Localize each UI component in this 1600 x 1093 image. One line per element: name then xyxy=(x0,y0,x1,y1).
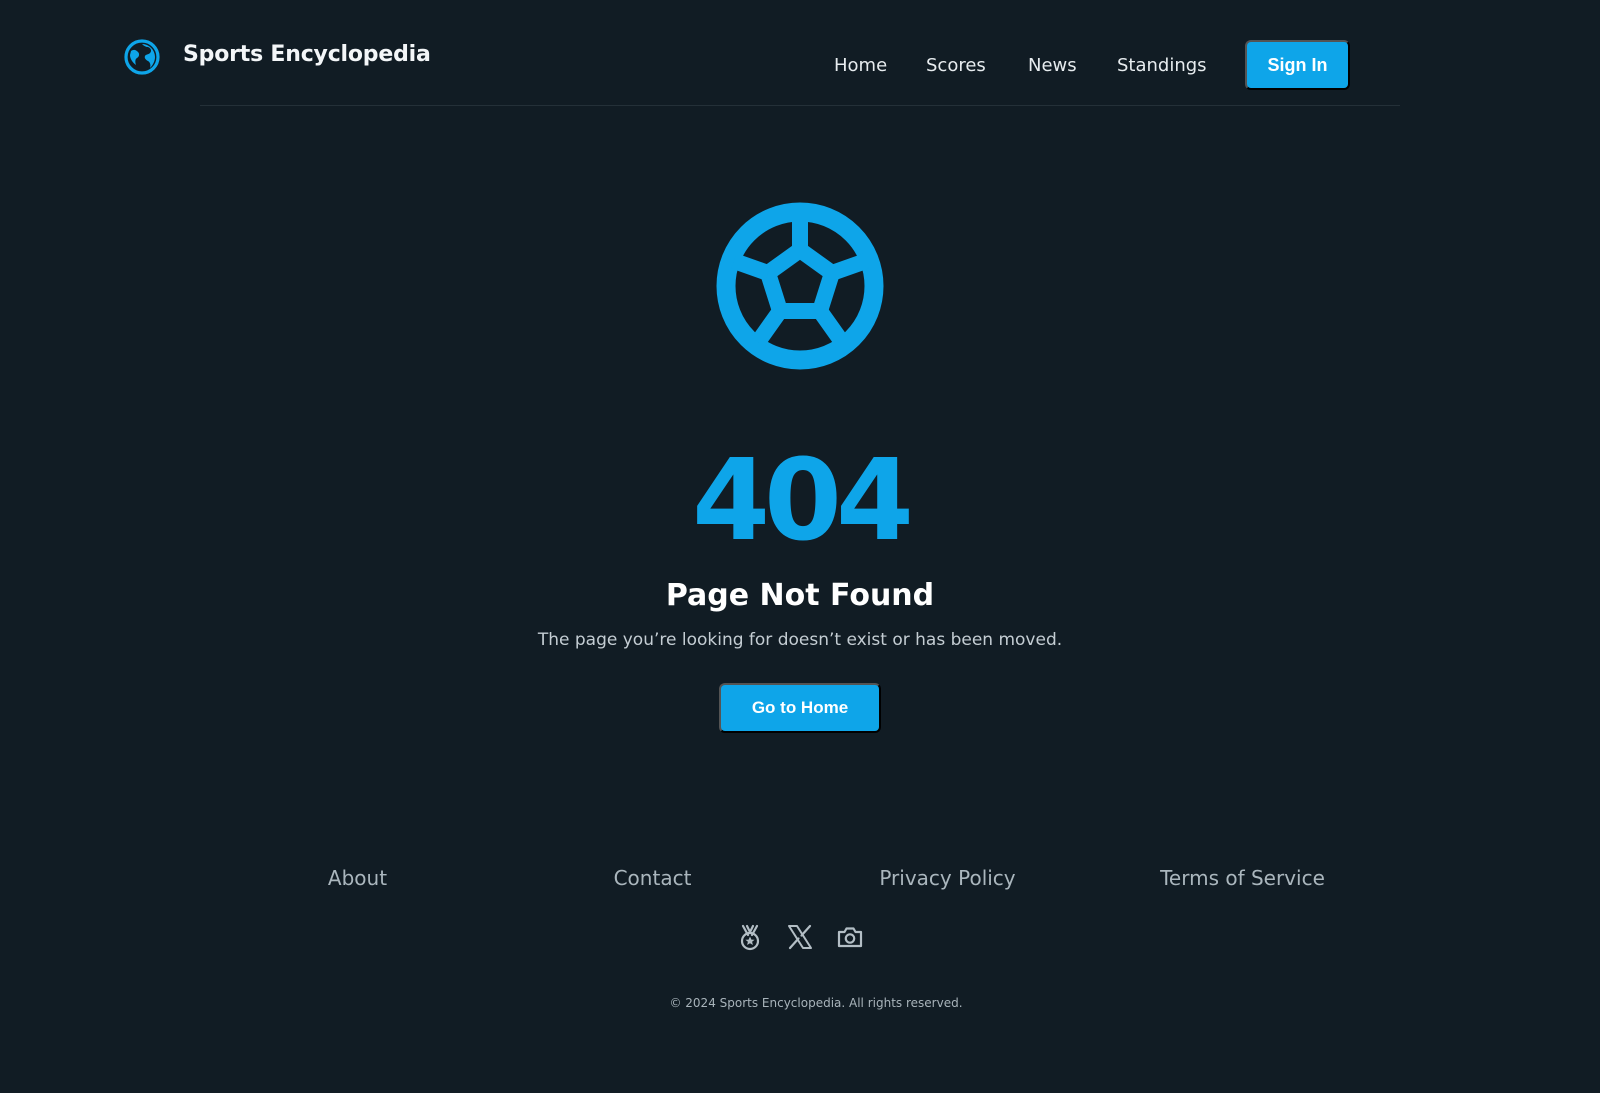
header-divider xyxy=(200,105,1400,106)
nav-news[interactable]: News xyxy=(1028,55,1077,76)
error-description: The page you’re looking for doesn’t exis… xyxy=(537,630,1063,650)
x-logo-icon[interactable] xyxy=(786,923,814,951)
soccer-ball-icon xyxy=(716,202,884,370)
footer-link-privacy[interactable]: Privacy Policy xyxy=(800,866,1095,890)
medal-icon[interactable] xyxy=(736,923,764,951)
go-home-button[interactable]: Go to Home xyxy=(719,683,881,733)
nav-home[interactable]: Home xyxy=(834,55,887,76)
globe-icon[interactable] xyxy=(124,39,160,75)
footer-link-terms[interactable]: Terms of Service xyxy=(1095,866,1390,890)
page: Sports Encyclopedia Home Scores News Sta… xyxy=(0,0,1600,1093)
nav-scores[interactable]: Scores xyxy=(926,55,986,76)
brand-name[interactable]: Sports Encyclopedia xyxy=(183,42,431,67)
sign-in-button[interactable]: Sign In xyxy=(1245,40,1350,90)
footer-link-contact[interactable]: Contact xyxy=(505,866,800,890)
error-code: 404 xyxy=(692,436,914,566)
copyright-text: © 2024 Sports Encyclopedia. All rights r… xyxy=(669,996,963,1010)
page-title: Page Not Found xyxy=(665,578,935,613)
camera-icon[interactable] xyxy=(836,923,864,951)
footer-link-about[interactable]: About xyxy=(210,866,505,890)
nav-standings[interactable]: Standings xyxy=(1117,55,1207,76)
